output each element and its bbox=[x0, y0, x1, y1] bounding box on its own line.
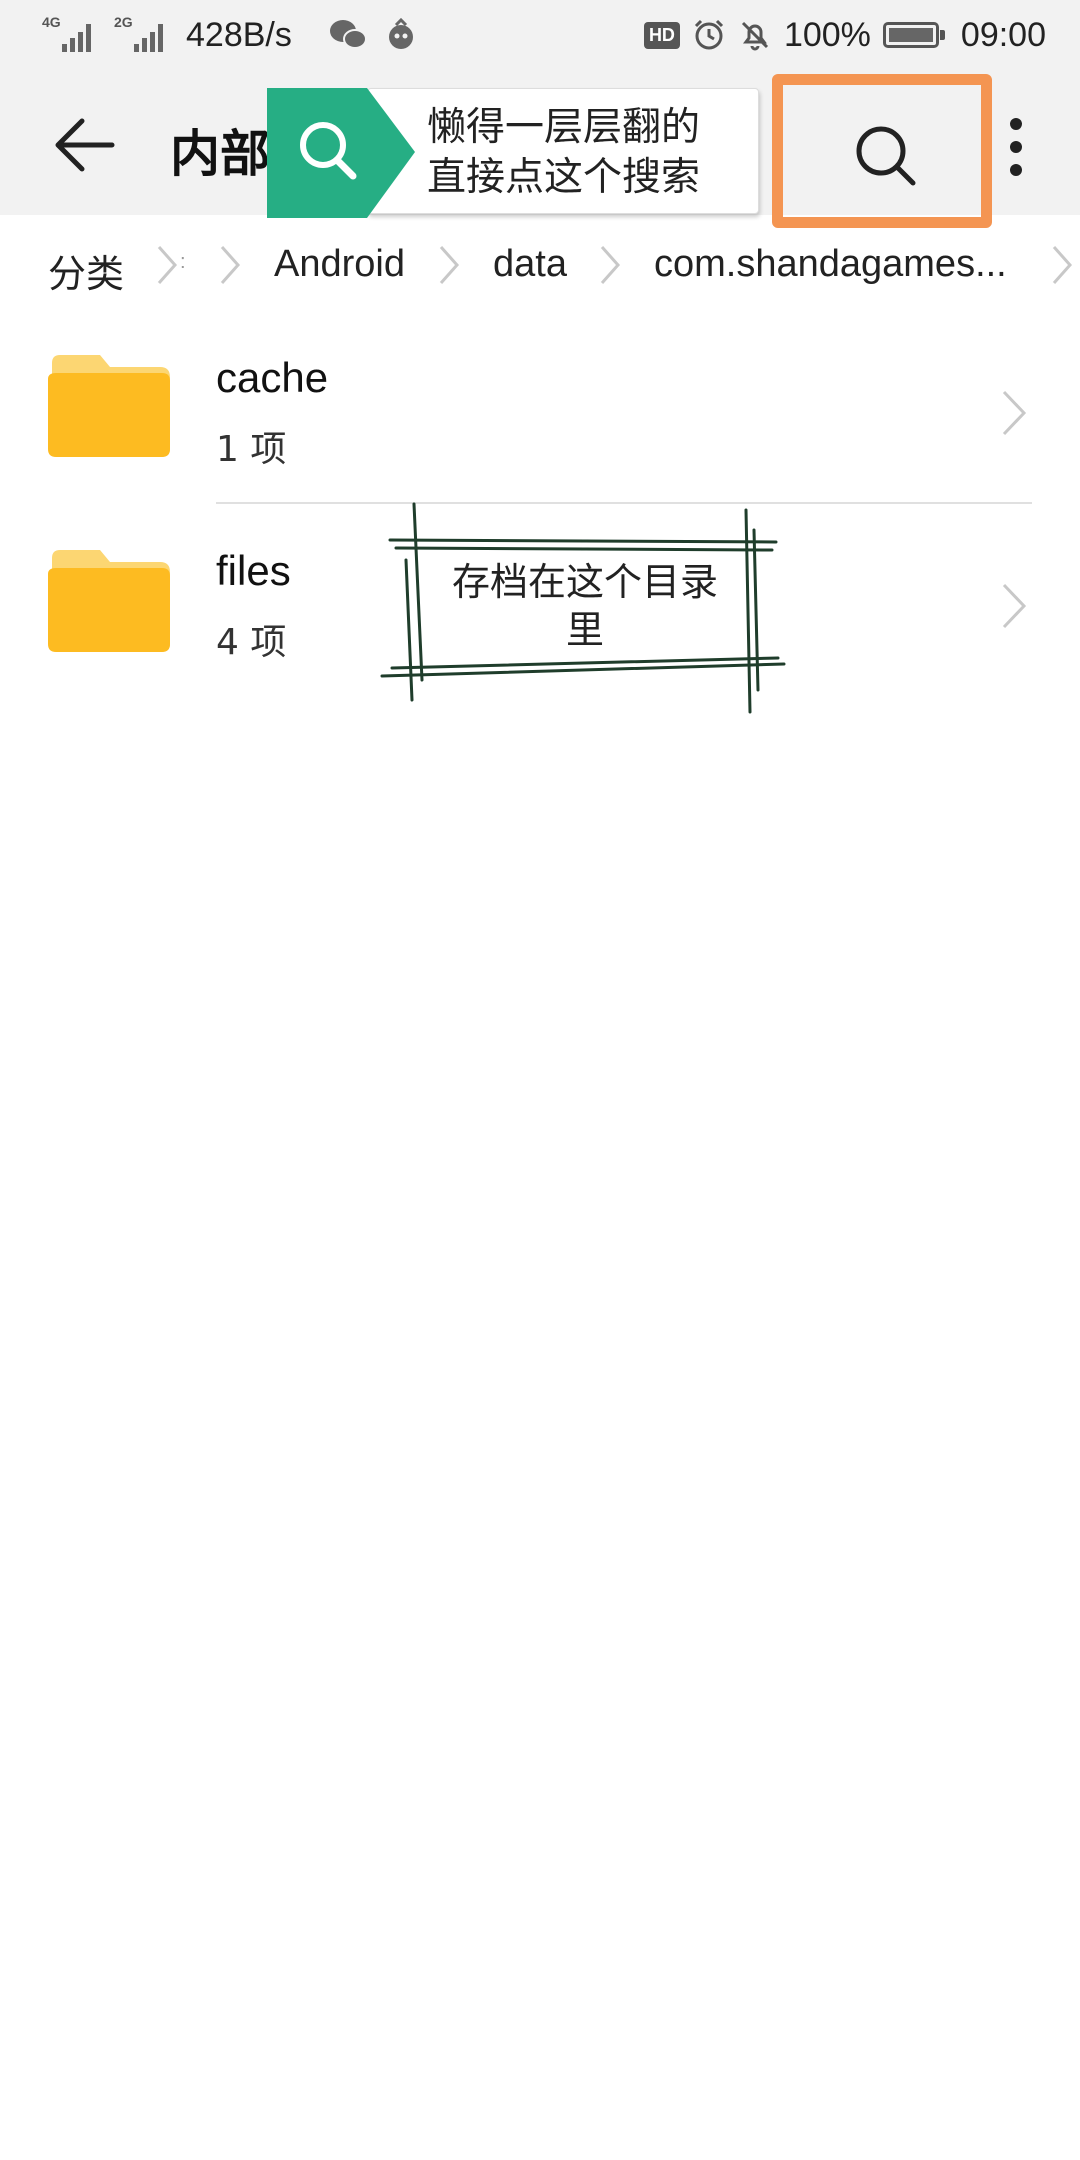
hd-badge: HD bbox=[643, 21, 680, 49]
back-button[interactable] bbox=[50, 110, 120, 180]
more-options-button[interactable] bbox=[1005, 118, 1027, 188]
signal-4g-icon: 4G bbox=[42, 14, 98, 54]
search-icon bbox=[856, 126, 916, 186]
signal-4g-label: 4G bbox=[42, 14, 61, 30]
handdrawn-annotation: 存档在这个目录里 bbox=[376, 500, 796, 720]
file-name: files bbox=[216, 547, 291, 594]
annotation-text: 存档在这个目录里 bbox=[451, 560, 718, 652]
chevron-right-icon bbox=[220, 246, 241, 284]
status-bar: 4G 2G 428B/s HD 100% 09:00 bbox=[0, 0, 1080, 70]
battery-charging-icon bbox=[882, 22, 945, 48]
status-left: 4G 2G 428B/s bbox=[42, 0, 418, 70]
tooltip-line-2: 直接点这个搜索 bbox=[427, 155, 701, 200]
chevron-right-icon bbox=[157, 246, 178, 284]
chevron-right-icon bbox=[1052, 246, 1073, 284]
breadcrumb-item-android[interactable]: Android bbox=[274, 243, 405, 286]
folder-icon bbox=[48, 550, 170, 652]
status-right: HD 100% 09:00 bbox=[643, 0, 1046, 70]
breadcrumb: 分类 : Android data com.shandagames... bbox=[0, 225, 1080, 305]
file-item-count: 1 项 bbox=[216, 429, 287, 470]
file-name: cache bbox=[216, 354, 329, 401]
chevron-right-icon bbox=[439, 246, 460, 284]
chevron-right-icon bbox=[600, 246, 621, 284]
breadcrumb-ellipsis: : bbox=[180, 251, 186, 273]
page-title: 内部 bbox=[170, 125, 270, 183]
signal-2g-label: 2G bbox=[114, 14, 133, 30]
breadcrumb-item-category[interactable]: 分类 bbox=[48, 243, 124, 298]
search-button[interactable] bbox=[772, 74, 992, 228]
arrow-left-icon bbox=[55, 118, 115, 172]
battery-percent: 100% bbox=[783, 15, 871, 54]
file-item-count: 4 项 bbox=[216, 622, 287, 663]
tooltip-line-1: 懒得一层层翻的 bbox=[427, 105, 701, 150]
signal-2g-icon: 2G bbox=[114, 14, 170, 54]
alarm-icon bbox=[694, 19, 723, 50]
list-item[interactable]: cache 1 项 bbox=[0, 310, 1080, 500]
wechat-icon bbox=[329, 20, 367, 49]
chevron-right-icon bbox=[1002, 583, 1027, 629]
chevron-right-icon bbox=[1002, 390, 1027, 436]
search-hint-tooltip: 懒得一层层翻的 直接点这个搜索 bbox=[267, 82, 759, 218]
clock: 09:00 bbox=[960, 15, 1046, 54]
app-notification-icon bbox=[388, 18, 413, 49]
folder-icon bbox=[48, 355, 170, 457]
mute-bell-icon bbox=[741, 21, 768, 51]
breadcrumb-item-package[interactable]: com.shandagames... bbox=[654, 243, 1007, 286]
breadcrumb-item-data[interactable]: data bbox=[493, 243, 567, 286]
magnifier-badge-icon bbox=[267, 88, 415, 218]
net-speed: 428B/s bbox=[186, 15, 292, 54]
